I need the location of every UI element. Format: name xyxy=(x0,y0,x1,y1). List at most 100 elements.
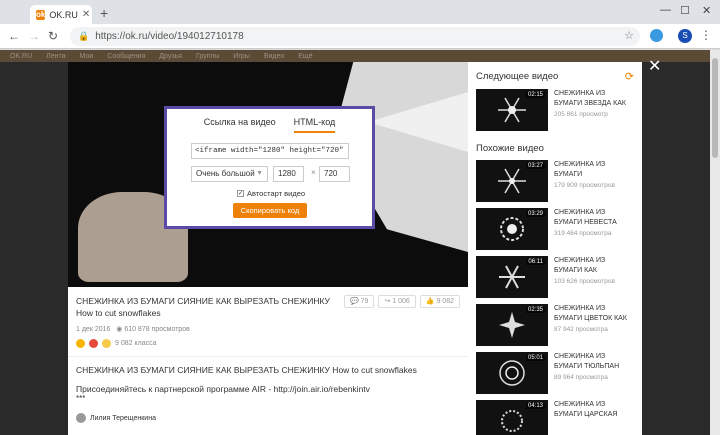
close-tab-icon[interactable]: ✕ xyxy=(82,9,90,20)
next-video-item[interactable]: 02:15 СНЕЖИНКА ИЗ БУМАГИ ЗВЕЗДА КАК 205 … xyxy=(476,89,634,131)
autoplay-loop-icon[interactable]: ⟳ xyxy=(625,70,634,83)
autostart-checkbox[interactable]: ✓ xyxy=(237,190,244,197)
video-item-views: 89 964 просмотра xyxy=(554,374,608,381)
nav-item[interactable]: Видео xyxy=(264,53,284,60)
snowflake-image xyxy=(500,217,524,241)
likes-count: 9 082 xyxy=(436,298,454,305)
video-thumbnail: 04:13 xyxy=(476,400,548,435)
video-duration: 02:15 xyxy=(525,92,545,98)
avatar xyxy=(76,413,86,423)
copy-code-button[interactable]: Скопировать код xyxy=(233,203,307,218)
similar-video-item[interactable]: 05:01 СНЕЖИНКА ИЗ БУМАГИ ТЮЛЬПАН 89 964 … xyxy=(476,352,634,394)
page-scrollbar[interactable] xyxy=(710,50,720,435)
video-sidebar: Следующее видео ⟳ 02:15 СНЕЖИНКА ИЗ БУМА… xyxy=(468,62,642,435)
video-item-title: СНЕЖИНКА ИЗ БУМАГИ ЦАРСКАЯ xyxy=(554,401,618,418)
video-item-title: СНЕЖИНКА ИЗ БУМАГИ xyxy=(554,161,606,178)
video-views: 610 878 просмотров xyxy=(124,326,190,333)
video-item-title: СНЕЖИНКА ИЗ БУМАГИ ЗВЕЗДА КАК xyxy=(554,90,626,107)
video-thumbnail: 05:01 xyxy=(476,352,548,394)
video-date: 1 дек 2016 xyxy=(76,326,111,333)
url-text: https://ok.ru/video/194012710178 xyxy=(95,31,244,42)
embed-code-field[interactable]: <iframe width="1280" height="720" src="/… xyxy=(191,143,349,159)
video-item-views: 103 626 просмотров xyxy=(554,278,615,285)
profile-avatar[interactable]: S xyxy=(678,29,692,43)
like-reaction-icon xyxy=(76,339,85,348)
new-tab-button[interactable]: + xyxy=(100,6,108,20)
video-info: СНЕЖИНКА ИЗ БУМАГИ СИЯНИЕ КАК ВЫРЕЗАТЬ С… xyxy=(68,287,468,435)
nav-item[interactable]: Ещё xyxy=(298,53,312,60)
scrollbar-thumb[interactable] xyxy=(712,58,718,158)
autostart-option[interactable]: ✓ Автостарт видео xyxy=(237,189,305,198)
video-item-views: 87 942 просмотра xyxy=(554,326,608,333)
forward-icon[interactable]: → xyxy=(28,29,40,43)
similar-video-item[interactable]: 06:11 СНЕЖИНКА ИЗ БУМАГИ КАК 103 626 про… xyxy=(476,256,634,298)
times-sign: × xyxy=(311,168,316,177)
reactions-row[interactable]: 9 082 класса xyxy=(76,339,460,348)
snowflake-image xyxy=(501,410,523,432)
browser-tab[interactable]: ok OK.RU ✕ xyxy=(30,5,92,24)
lock-icon: 🔒 xyxy=(78,31,90,41)
snowflake-image xyxy=(499,312,525,338)
video-modal: Ссылка на видео HTML-код <iframe width="… xyxy=(68,62,642,435)
video-player[interactable]: Ссылка на видео HTML-код <iframe width="… xyxy=(68,62,468,287)
maximize-icon[interactable]: ☐ xyxy=(680,4,690,17)
share-button[interactable]: ↪ 1 006 xyxy=(378,295,416,308)
bookmark-star-icon[interactable]: ☆ xyxy=(624,29,634,42)
video-item-title: СНЕЖИНКА ИЗ БУМАГИ КАК xyxy=(554,257,606,274)
telegram-extension-icon[interactable] xyxy=(650,29,663,42)
partner-text: Присоединяйтесь к партнерской программе … xyxy=(76,384,370,394)
video-thumbnail: 02:35 xyxy=(476,304,548,346)
video-meta: 1 дек 2016 ◉ 610 878 просмотров xyxy=(76,325,460,333)
similar-video-item[interactable]: 04:13 СНЕЖИНКА ИЗ БУМАГИ ЦАРСКАЯ xyxy=(476,400,634,435)
video-duration: 05:01 xyxy=(525,355,545,361)
close-modal-icon[interactable]: ✕ xyxy=(648,56,661,76)
back-icon[interactable]: ← xyxy=(8,29,20,43)
browser-toolbar: ← → ↻ 🔒 https://ok.ru/video/194012710178… xyxy=(0,24,720,49)
similar-video-item[interactable]: 03:27 СНЕЖИНКА ИЗ БУМАГИ 179 909 просмот… xyxy=(476,160,634,202)
heart-reaction-icon xyxy=(89,339,98,348)
nav-item[interactable]: Лента xyxy=(46,53,65,60)
nav-item[interactable]: Друзья xyxy=(159,53,182,60)
close-window-icon[interactable]: ✕ xyxy=(702,4,711,17)
video-duration: 03:29 xyxy=(525,211,545,217)
snowflake-image xyxy=(499,360,525,386)
snowflake-image xyxy=(498,168,526,194)
video-description: СНЕЖИНКА ИЗ БУМАГИ СИЯНИЕ КАК ВЫРЕЗАТЬ С… xyxy=(76,365,417,375)
video-duration: 02:35 xyxy=(525,307,545,313)
tab-video-link[interactable]: Ссылка на видео xyxy=(204,117,276,133)
video-item-title: СНЕЖИНКА ИЗ БУМАГИ ТЮЛЬПАН xyxy=(554,353,620,370)
nav-item[interactable]: Мои xyxy=(80,53,94,60)
video-thumbnail: 03:29 xyxy=(476,208,548,250)
video-duration: 03:27 xyxy=(525,163,545,169)
reload-icon[interactable]: ↻ xyxy=(48,29,58,43)
divider xyxy=(68,356,468,357)
comments-button[interactable]: 💬 79 xyxy=(343,295,375,308)
browser-menu-icon[interactable]: ⋮ xyxy=(700,28,712,42)
nav-item[interactable]: Игры xyxy=(233,53,250,60)
video-duration: 04:13 xyxy=(525,403,545,409)
like-button[interactable]: 👍 9 082 xyxy=(419,295,460,308)
autostart-label: Автостарт видео xyxy=(247,189,306,198)
nav-item[interactable]: Группы xyxy=(196,53,219,60)
address-bar[interactable]: 🔒 https://ok.ru/video/194012710178 ☆ xyxy=(70,27,640,46)
classes-count: 9 082 класса xyxy=(115,340,157,347)
ok-top-nav: OK.RU Лента Мои Сообщения Друзья Группы … xyxy=(0,50,710,62)
next-video-heading: Следующее видео xyxy=(476,71,559,82)
similar-videos-heading: Похожие видео xyxy=(476,143,544,154)
video-title: СНЕЖИНКА ИЗ БУМАГИ СИЯНИЕ КАК ВЫРЕЗАТЬ С… xyxy=(76,296,330,318)
comment-author-name: Лилия Терещенкина xyxy=(90,414,156,422)
size-select[interactable]: Очень большой ▼ xyxy=(191,166,268,182)
width-input[interactable]: 1280 xyxy=(273,166,304,182)
tab-html-code[interactable]: HTML-код xyxy=(293,117,336,133)
height-input[interactable]: 720 xyxy=(319,166,350,182)
size-select-value: Очень большой xyxy=(196,169,255,178)
comments-count: 79 xyxy=(360,298,369,305)
nav-item[interactable]: Сообщения xyxy=(107,53,145,60)
video-item-title: СНЕЖИНКА ИЗ БУМАГИ НЕВЕСТА xyxy=(554,209,617,226)
nav-item[interactable]: OK.RU xyxy=(10,53,32,60)
similar-video-item[interactable]: 03:29 СНЕЖИНКА ИЗ БУМАГИ НЕВЕСТА 319 464… xyxy=(476,208,634,250)
similar-video-item[interactable]: 02:35 СНЕЖИНКА ИЗ БУМАГИ ЦВЕТОК КАК 87 9… xyxy=(476,304,634,346)
comment-author[interactable]: Лилия Терещенкина xyxy=(76,413,460,423)
video-thumbnail: 03:27 xyxy=(476,160,548,202)
minimize-icon[interactable]: — xyxy=(660,4,671,16)
